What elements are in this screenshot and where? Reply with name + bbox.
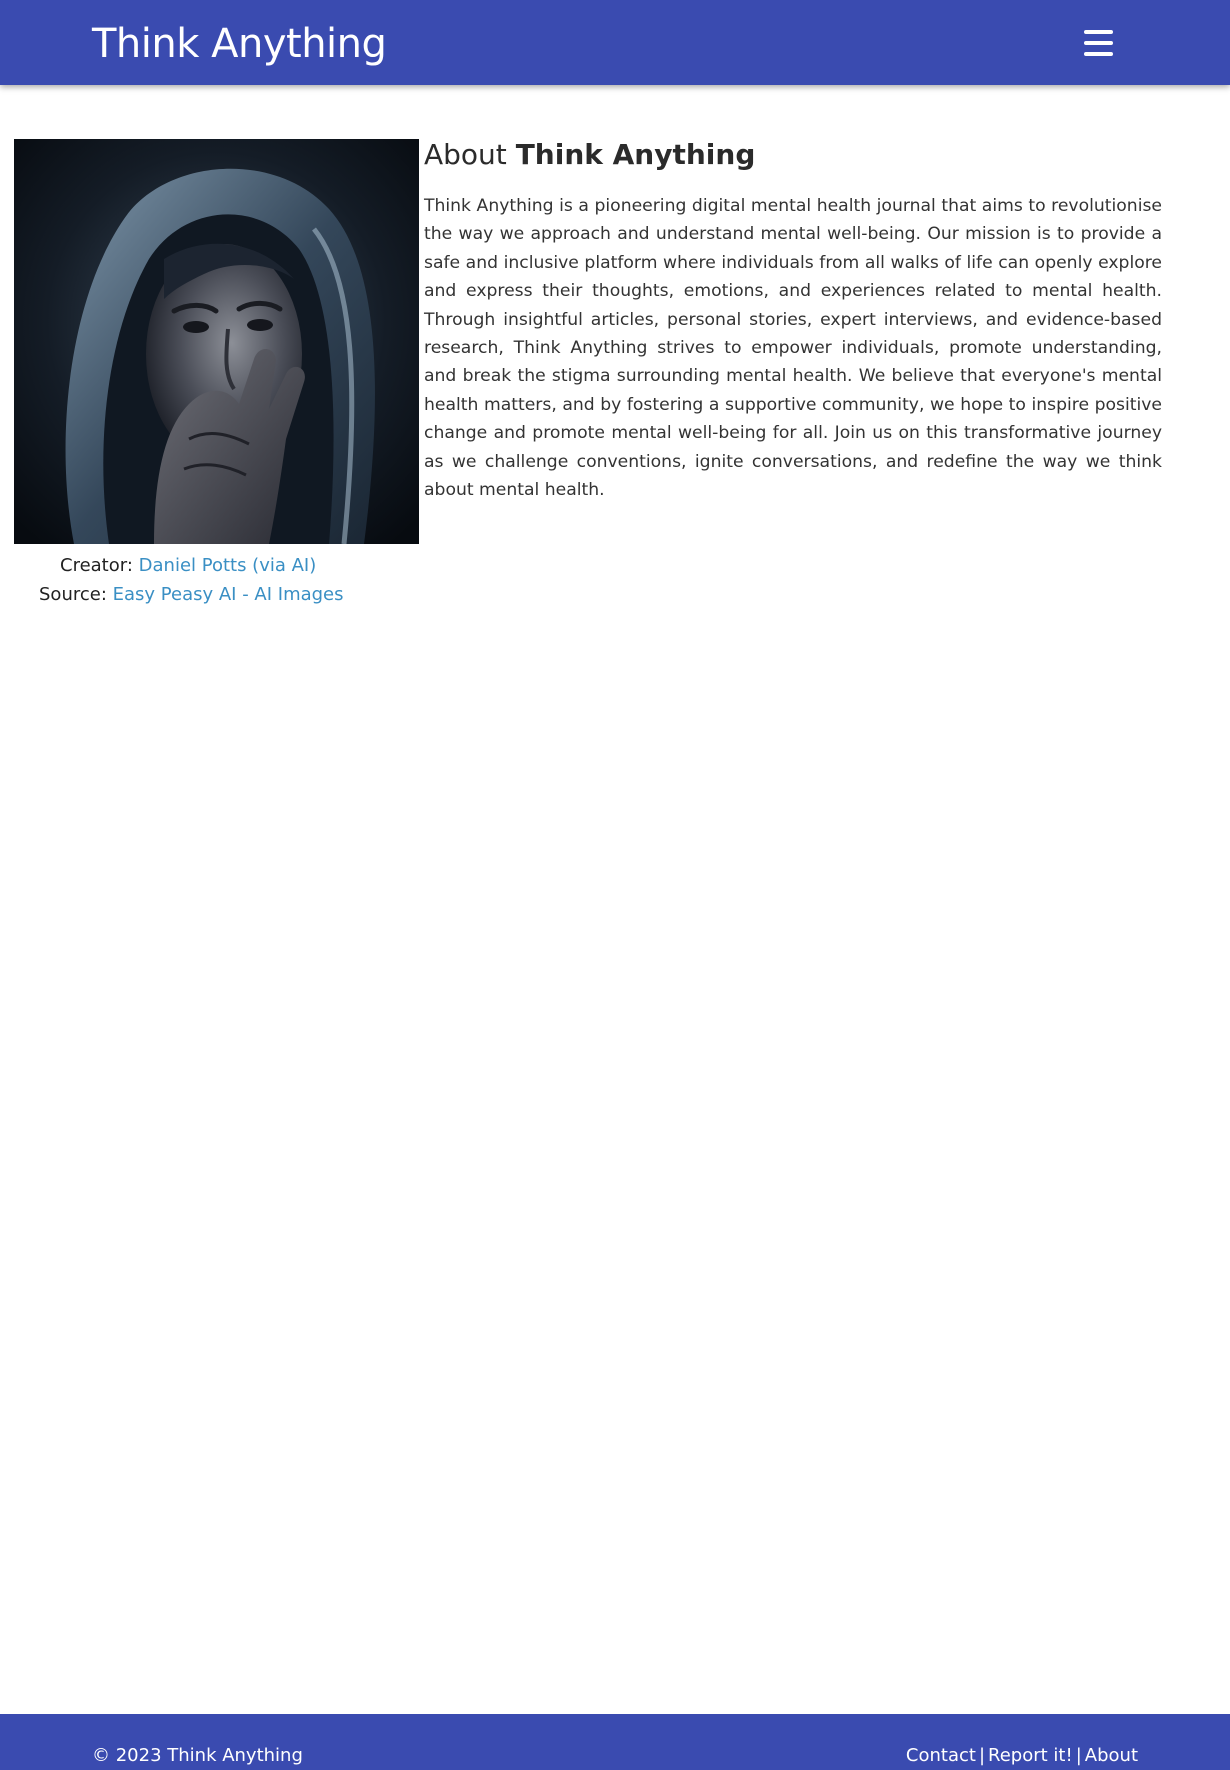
footer-separator: | <box>1075 1745 1082 1766</box>
source-credit: Source: Easy Peasy AI - AI Images <box>14 580 419 609</box>
about-description: Think Anything is a pioneering digital m… <box>424 196 1162 501</box>
site-footer: © 2023 Think Anything Contact | Report it!… <box>0 1714 1230 1770</box>
hamburger-menu-icon[interactable] <box>1076 22 1122 64</box>
menu-bar-top <box>1084 30 1113 34</box>
image-credits: Creator: Daniel Potts (via AI) Source: E… <box>14 551 419 609</box>
portrait-illustration <box>14 139 419 544</box>
footer-link-report[interactable]: Report it! <box>988 1745 1073 1766</box>
site-header: Think Anything <box>0 0 1230 85</box>
creator-credit: Creator: Daniel Potts (via AI) <box>14 551 419 580</box>
footer-link-contact[interactable]: Contact <box>906 1745 976 1766</box>
about-heading: About Think Anything <box>424 136 755 174</box>
creator-link[interactable]: Daniel Potts (via AI) <box>139 555 317 576</box>
about-image <box>14 139 419 544</box>
menu-bar-middle <box>1084 41 1113 45</box>
page: Think Anything Creator: Daniel Potts (vi… <box>0 0 1230 1770</box>
source-link[interactable]: Easy Peasy AI - AI Images <box>113 584 344 605</box>
footer-link-about[interactable]: About <box>1085 1745 1138 1766</box>
menu-bar-bottom <box>1084 52 1113 56</box>
about-heading-brand: Think Anything <box>515 138 756 171</box>
site-brand-link[interactable]: Think Anything <box>92 20 387 68</box>
about-heading-prefix: About <box>424 138 507 171</box>
footer-copyright: © 2023 Think Anything <box>92 1745 303 1766</box>
footer-links: Contact | Report it! | About <box>906 1745 1138 1767</box>
footer-separator: | <box>978 1745 986 1766</box>
creator-label: Creator: <box>60 555 133 576</box>
source-label: Source: <box>39 584 107 605</box>
